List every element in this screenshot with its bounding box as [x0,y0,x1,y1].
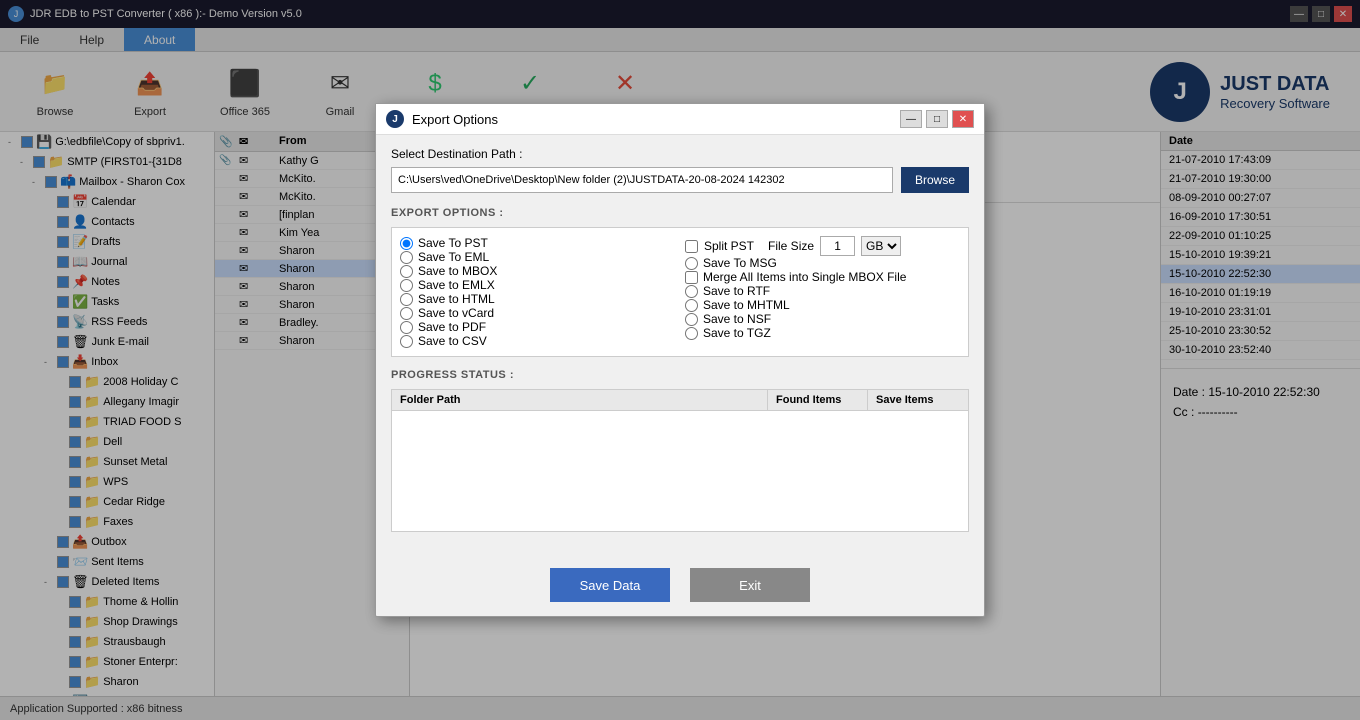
split-size-input[interactable] [820,236,855,256]
modal-body: Select Destination Path : Browse EXPORT … [376,135,984,558]
radio-msg-input[interactable] [685,257,698,270]
dest-path-section: Select Destination Path : Browse [391,147,969,193]
export-col-left: Save To PST Save To EML Save to MBOX Sav… [400,236,675,348]
radio-mbox-label: Save to MBOX [418,264,497,278]
dest-path-input[interactable] [391,167,893,193]
modal-browse-button[interactable]: Browse [901,167,969,193]
radio-vcard-input[interactable] [400,307,413,320]
col-found-items: Found Items [768,390,868,410]
radio-pst-label: Save To PST [418,236,488,250]
radio-csv-label: Save to CSV [418,334,487,348]
radio-save-to-mbox[interactable]: Save to MBOX [400,264,675,278]
modal-overlay: J Export Options — □ ✕ Select Destinatio… [0,0,1360,720]
col-save-items: Save Items [868,390,968,410]
split-pst-label: Split PST [704,239,754,253]
modal-title: Export Options [412,112,498,127]
radio-eml-label: Save To EML [418,250,489,264]
radio-tgz-input[interactable] [685,327,698,340]
modal-minimize-button[interactable]: — [900,110,922,128]
dest-path-row: Browse [391,167,969,193]
radio-mbox-input[interactable] [400,265,413,278]
modal-titlebar: J Export Options — □ ✕ [376,104,984,135]
save-data-button[interactable]: Save Data [550,568,670,602]
radio-emlx-input[interactable] [400,279,413,292]
radio-rtf-input[interactable] [685,285,698,298]
checkbox-merge-mbox[interactable]: Merge All Items into Single MBOX File [685,270,960,284]
radio-pdf-label: Save to PDF [418,320,486,334]
radio-rtf-label: Save to RTF [703,284,770,298]
radio-save-to-vcard[interactable]: Save to vCard [400,306,675,320]
radio-emlx-label: Save to EMLX [418,278,495,292]
radio-save-to-rtf[interactable]: Save to RTF [685,284,960,298]
merge-mbox-checkbox[interactable] [685,271,698,284]
radio-nsf-label: Save to NSF [703,312,771,326]
radio-mhtml-input[interactable] [685,299,698,312]
radio-pdf-input[interactable] [400,321,413,334]
modal-footer: Save Data Exit [376,558,984,616]
export-col-right: Split PST File Size GB MB Save To MSG [685,236,960,348]
radio-save-to-html[interactable]: Save to HTML [400,292,675,306]
radio-save-to-mhtml[interactable]: Save to MHTML [685,298,960,312]
radio-save-to-eml[interactable]: Save To EML [400,250,675,264]
radio-tgz-label: Save to TGZ [703,326,771,340]
col-folder-path: Folder Path [392,390,768,410]
modal-controls: — □ ✕ [900,110,974,128]
file-size-label: File Size [768,239,814,253]
split-pst-row: Split PST File Size GB MB [685,236,960,256]
progress-header: Folder Path Found Items Save Items [392,390,968,411]
radio-vcard-label: Save to vCard [418,306,494,320]
radio-save-to-msg[interactable]: Save To MSG [685,256,960,270]
radio-mhtml-label: Save to MHTML [703,298,790,312]
split-unit-select[interactable]: GB MB [861,236,901,256]
radio-html-input[interactable] [400,293,413,306]
radio-pst-input[interactable] [400,237,413,250]
modal-maximize-button[interactable]: □ [926,110,948,128]
export-options-modal: J Export Options — □ ✕ Select Destinatio… [375,103,985,617]
progress-body [392,411,968,531]
radio-nsf-input[interactable] [685,313,698,326]
export-options-label: EXPORT OPTIONS : [391,207,969,219]
modal-title-area: J Export Options [386,110,498,128]
radio-save-to-pdf[interactable]: Save to PDF [400,320,675,334]
radio-csv-input[interactable] [400,335,413,348]
export-options-grid: Save To PST Save To EML Save to MBOX Sav… [391,227,969,357]
modal-close-button[interactable]: ✕ [952,110,974,128]
radio-msg-label: Save To MSG [703,256,777,270]
radio-eml-input[interactable] [400,251,413,264]
radio-save-to-tgz[interactable]: Save to TGZ [685,326,960,340]
radio-save-to-pst[interactable]: Save To PST [400,236,675,250]
radio-save-to-emlx[interactable]: Save to EMLX [400,278,675,292]
dest-path-label: Select Destination Path : [391,147,969,161]
split-pst-checkbox[interactable] [685,240,698,253]
radio-html-label: Save to HTML [418,292,495,306]
radio-save-to-csv[interactable]: Save to CSV [400,334,675,348]
progress-label: PROGRESS STATUS : [391,369,969,381]
merge-mbox-label: Merge All Items into Single MBOX File [703,270,906,284]
progress-section: Folder Path Found Items Save Items [391,389,969,532]
modal-title-icon: J [386,110,404,128]
exit-modal-button[interactable]: Exit [690,568,810,602]
radio-save-to-nsf[interactable]: Save to NSF [685,312,960,326]
